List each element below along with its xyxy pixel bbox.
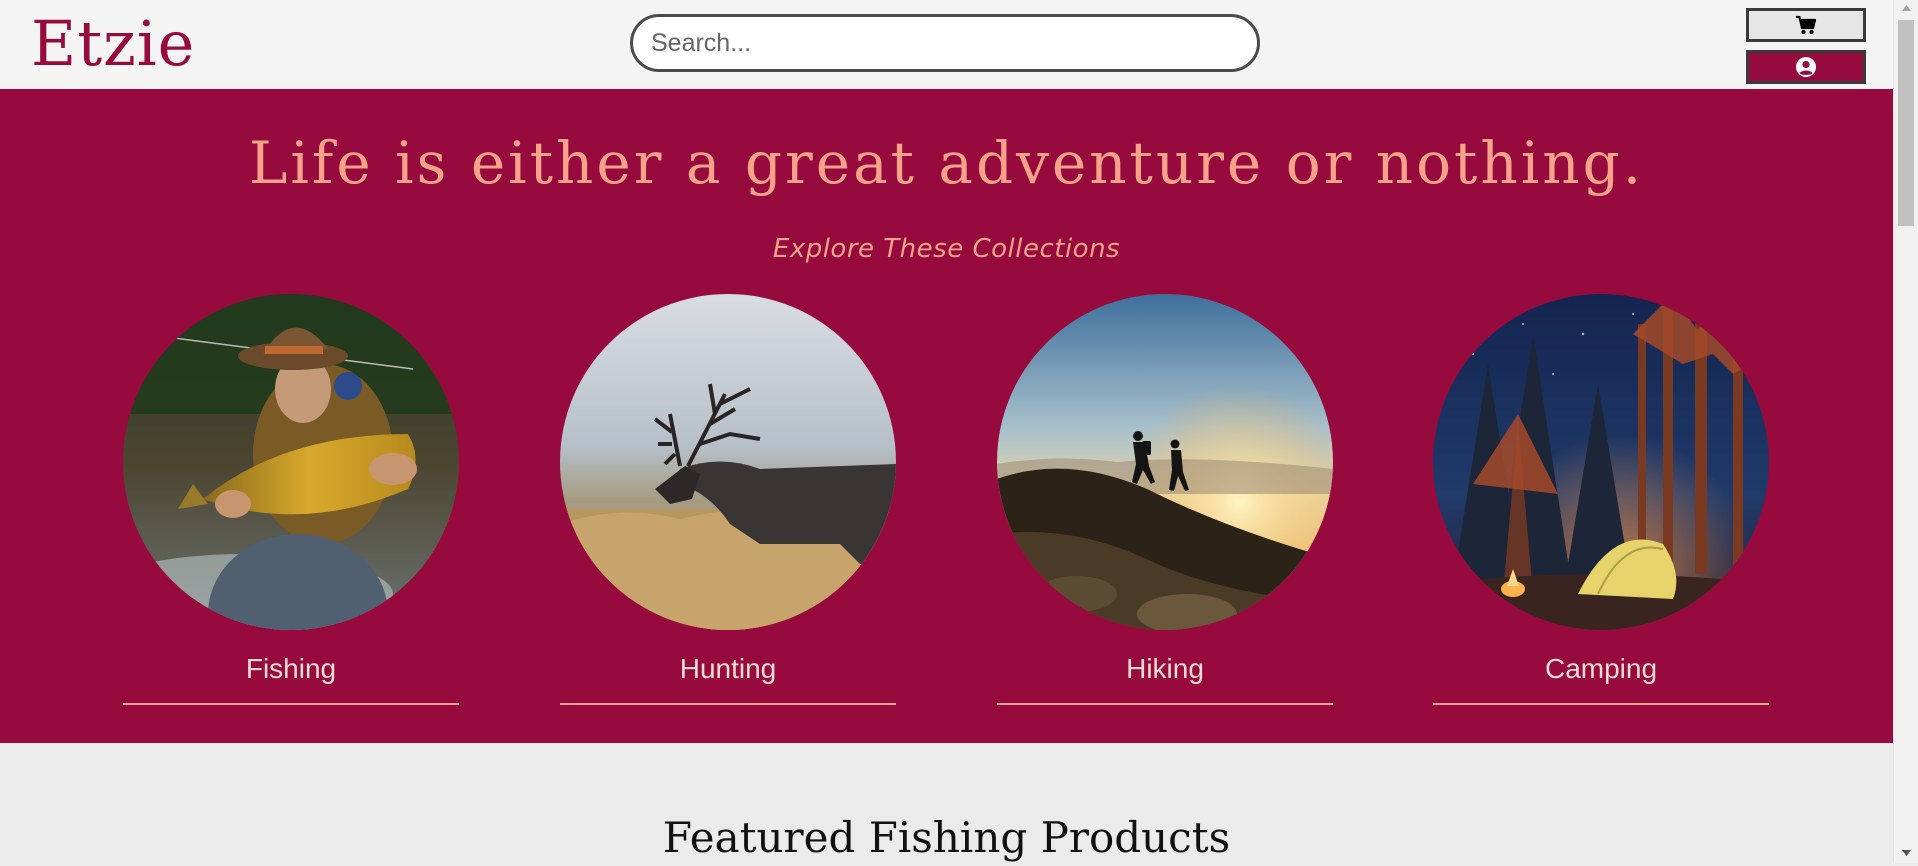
account-button[interactable] [1746, 50, 1866, 84]
collection-label-hiking[interactable]: Hiking [997, 652, 1333, 686]
hiking-collection-image[interactable] [997, 294, 1333, 630]
chevron-up-icon [1902, 5, 1911, 11]
scroll-down-arrow[interactable] [1894, 845, 1918, 863]
cart-icon [1796, 15, 1817, 34]
collection-underline [123, 703, 459, 705]
page-scrollbar[interactable] [1893, 0, 1918, 863]
hunting-collection-image[interactable] [560, 294, 896, 630]
scrollbar-thumb[interactable] [1898, 20, 1914, 226]
collection-label-camping[interactable]: Camping [1433, 652, 1769, 686]
hero-tagline: Life is either a great adventure or noth… [248, 129, 1645, 197]
hero-section: Life is either a great adventure or noth… [0, 89, 1893, 743]
search-bar[interactable] [630, 14, 1260, 72]
collections-subtitle: Explore These Collections [772, 234, 1121, 264]
collection-underline [560, 703, 896, 705]
collection-underline [997, 703, 1333, 705]
cart-button[interactable] [1746, 8, 1866, 42]
collection-label-hunting[interactable]: Hunting [560, 652, 896, 686]
collection-underline [1433, 703, 1769, 705]
scroll-up-arrow[interactable] [1894, 0, 1918, 18]
collection-label-fishing[interactable]: Fishing [123, 652, 459, 686]
chevron-down-icon [1902, 850, 1911, 856]
camping-collection-image[interactable] [1433, 294, 1769, 630]
search-input[interactable] [633, 17, 1257, 69]
site-header: Etzie [0, 0, 1893, 89]
fishing-collection-image[interactable] [123, 294, 459, 630]
user-circle-icon [1796, 57, 1816, 77]
featured-section-title: Featured Fishing Products [662, 813, 1231, 862]
site-logo[interactable]: Etzie [31, 8, 195, 80]
